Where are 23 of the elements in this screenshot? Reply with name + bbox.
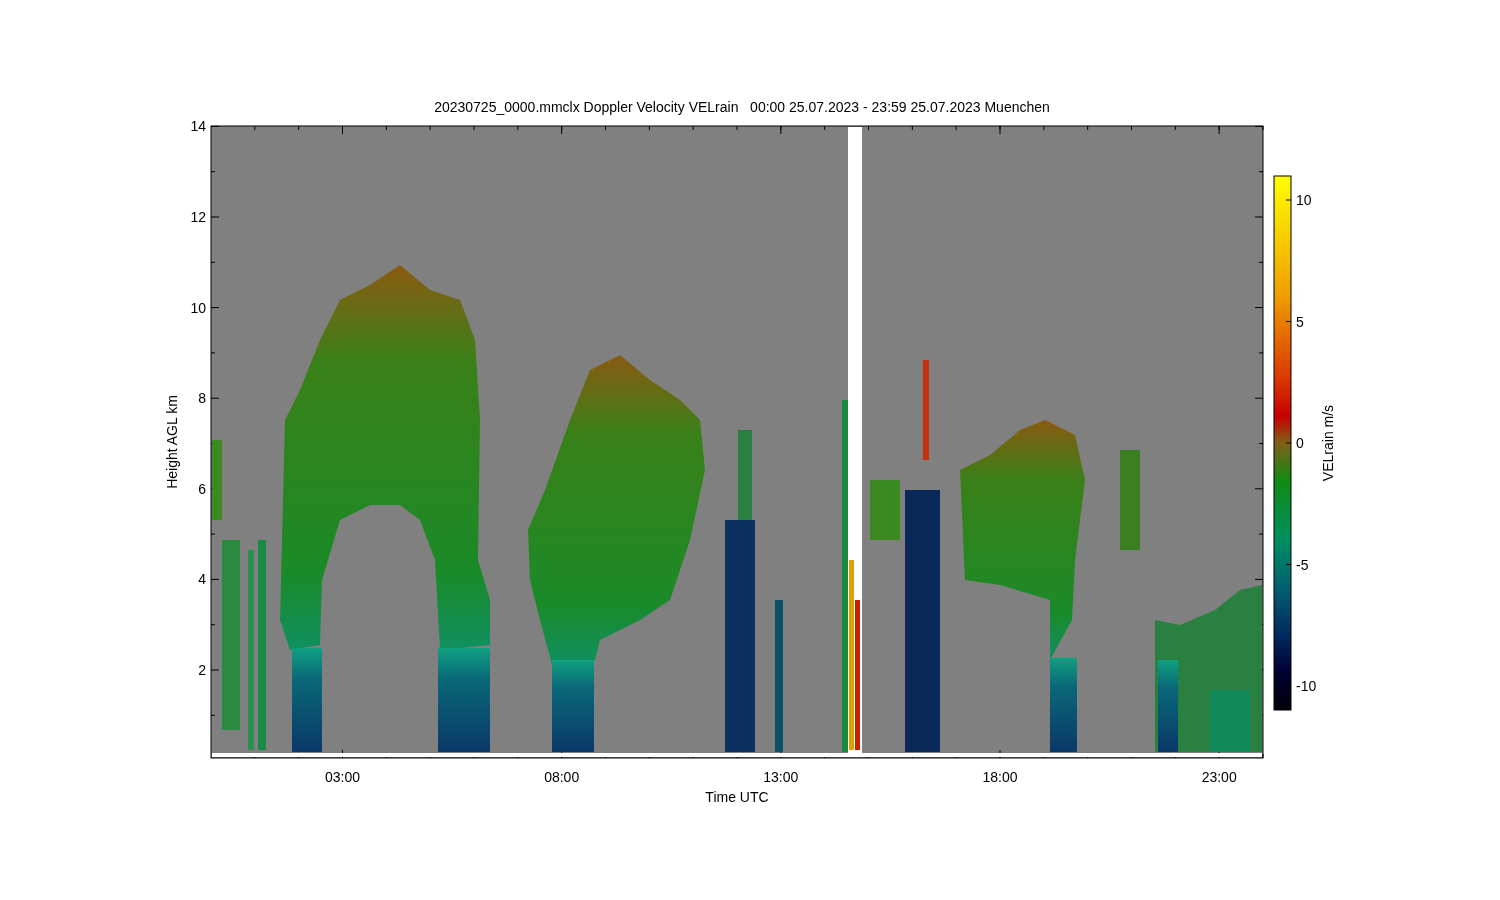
y-tick-label: 10 bbox=[190, 299, 206, 316]
colorbar-tick-label: 10 bbox=[1296, 192, 1312, 208]
colorbar-label: VELrain m/s bbox=[1320, 404, 1336, 482]
x-tick-label: 03:00 bbox=[325, 769, 360, 785]
y-tick-label: 6 bbox=[198, 480, 206, 497]
y-tick-label: 12 bbox=[190, 209, 206, 225]
chart-title: 20230725_0000.mmclx Doppler Velocity VELrain 00:00 25.07.2023 - 23:59 25.07.2023 Muenchen bbox=[434, 99, 1050, 115]
colorbar-tick-label: -10 bbox=[1296, 678, 1317, 694]
y-tick-label: 8 bbox=[198, 390, 206, 407]
x-axis-label: Time UTC bbox=[705, 789, 769, 805]
echo-streak bbox=[870, 480, 900, 540]
y-tick-label: 14 bbox=[190, 118, 206, 135]
x-tick-label: 08:00 bbox=[544, 769, 580, 785]
x-tick-label: 18:00 bbox=[982, 769, 1018, 785]
colorbar-tick-label: 5 bbox=[1296, 313, 1304, 330]
x-tick-label: 13:00 bbox=[763, 769, 799, 785]
colorbar-tick-label: 0 bbox=[1296, 435, 1304, 451]
rain-echo bbox=[1210, 690, 1250, 752]
y-tick-label: 2 bbox=[198, 662, 206, 678]
y-tick-label: 4 bbox=[198, 571, 206, 588]
y-axis-label: Height AGL km bbox=[164, 395, 180, 489]
x-tick-label: 23:00 bbox=[1201, 769, 1237, 785]
colorbar-tick-label: -5 bbox=[1296, 556, 1309, 573]
